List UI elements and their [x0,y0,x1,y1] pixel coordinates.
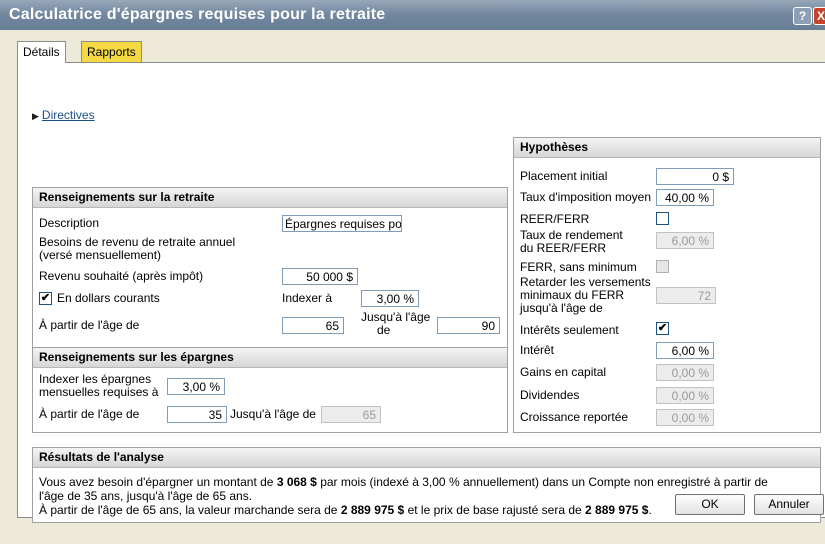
rendement-label-2: du REER/FERR [520,241,607,255]
ferr-min-checkbox[interactable] [656,260,669,273]
dialog-body: Détails Rapports ▶ Directives Renseigneme… [9,30,825,523]
interet-input[interactable]: 6,00 % [656,342,714,359]
taux-imposition-label: Taux d'imposition moyen [520,190,652,204]
hypotheses-header: Hypothèses [514,138,820,158]
retarder-label-3: jusqu'à l'âge de [520,301,603,315]
ok-button[interactable]: OK [675,494,745,515]
placement-input[interactable]: 0 $ [656,168,734,185]
epargnes-header: Renseignements sur les épargnes [33,348,507,368]
close-button[interactable]: X [813,7,825,25]
epargnes-jusqua-input[interactable]: 65 [321,406,381,423]
jusqua-input[interactable]: 90 [437,317,500,334]
croissance-label: Croissance reportée [520,410,629,424]
valeur-marchande: 2 889 975 $ [340,503,405,517]
description-label: Description [39,216,100,230]
directives-link[interactable]: ▶ Directives [32,108,95,122]
indexer-input[interactable]: 3,00 % [361,290,419,307]
age-debut-input[interactable]: 65 [282,317,344,334]
age-debut-label: À partir de l'âge de [39,318,140,332]
dollars-courants-checkbox[interactable]: ✔ [39,292,52,305]
retraite-header: Renseignements sur la retraite [33,188,507,208]
title-bar: Calculatrice d'épargnes requises pour la… [0,0,825,30]
ferr-min-label: FERR, sans minimum [520,260,637,274]
dollars-courants-label: En dollars courants [57,291,160,305]
tab-rapports[interactable]: Rapports [81,41,142,62]
croissance-input[interactable]: 0,00 % [656,409,714,426]
directives-label: Directives [41,108,95,122]
resultats-header: Résultats de l'analyse [33,448,820,468]
annuler-button[interactable]: Annuler [754,494,824,515]
interets-seulement-label: Intérêts seulement [520,323,619,337]
revenu-label: Revenu souhaité (après impôt) [39,269,204,283]
resultats-line-1: Vous avez besoin d'épargner un montant d… [39,475,768,489]
montant-mensuel: 3 068 $ [276,475,317,489]
epargnes-indexer-input[interactable]: 3,00 % [167,378,225,395]
epargnes-age-input[interactable]: 35 [167,406,227,423]
gains-label: Gains en capital [520,365,607,379]
epargnes-panel: Renseignements sur les épargnes Indexer … [32,347,508,433]
help-button[interactable]: ? [793,7,812,25]
interet-label: Intérêt [520,343,555,357]
epargnes-indexer-label-2: mensuelles requises à [39,385,159,399]
jusqua-label-1: Jusqu'à l'âge [361,310,431,324]
jusqua-label-2: de [377,323,391,337]
details-panel: ▶ Directives Renseignements sur la retrai… [17,62,825,523]
retarder-input[interactable]: 72 [656,287,716,304]
revenu-input[interactable]: 50 000 $ [282,268,358,285]
reer-label: REER/FERR [520,212,590,226]
taux-imposition-input[interactable]: 40,00 % [656,189,714,206]
tab-details[interactable]: Détails [17,41,66,63]
dividendes-input[interactable]: 0,00 % [656,387,714,404]
window-title: Calculatrice d'épargnes requises pour la… [9,6,386,23]
besoins-label-2: (versé mensuellement) [39,248,162,262]
expand-arrow-icon: ▶ [32,111,39,121]
dividendes-label: Dividendes [520,388,580,402]
indexer-label: Indexer à [282,291,333,305]
retraite-panel: Renseignements sur la retraite Descripti… [32,187,508,352]
reer-checkbox[interactable] [656,212,669,225]
description-input[interactable]: Épargnes requises pou [282,215,402,232]
interets-seulement-checkbox[interactable]: ✔ [656,322,669,335]
rendement-input[interactable]: 6,00 % [656,232,714,249]
gains-input[interactable]: 0,00 % [656,364,714,381]
placement-label: Placement initial [520,169,608,183]
epargnes-age-label: À partir de l'âge de [39,407,140,421]
hypotheses-panel: Hypothèses Placement initial 0 $ Taux d'… [513,137,821,433]
prix-base-rajuste: 2 889 975 $ [585,503,649,517]
epargnes-jusqua-label: Jusqu'à l'âge de [230,407,316,421]
